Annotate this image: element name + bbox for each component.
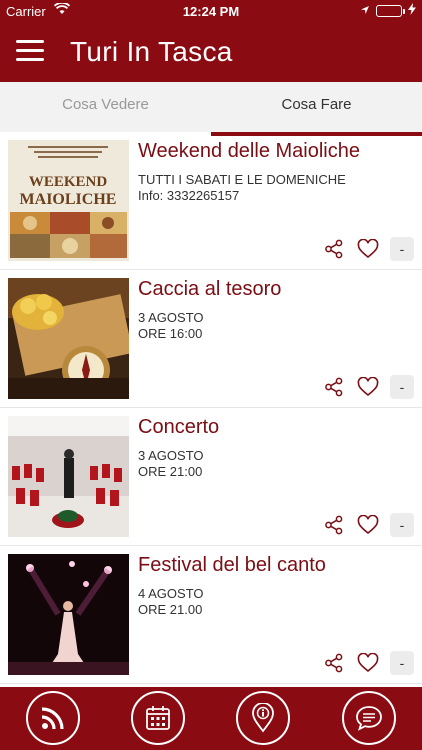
status-time: 12:24 PM <box>182 4 240 19</box>
heart-icon[interactable] <box>356 651 380 675</box>
location-arrow-icon <box>360 3 370 18</box>
share-icon[interactable] <box>322 513 346 537</box>
event-title: Caccia al tesoro <box>138 278 282 300</box>
event-date: TUTTI I SABATI E LE DOMENICHE <box>138 172 346 187</box>
tab-cosa-vedere[interactable]: Cosa Vedere <box>0 82 211 132</box>
heart-icon[interactable] <box>356 513 380 537</box>
navbar: Turi In Tasca <box>0 22 422 82</box>
tab-cosa-fare[interactable]: Cosa Fare <box>211 82 422 136</box>
segment-tabs: Cosa Vedere Cosa Fare <box>0 82 422 136</box>
event-thumbnail <box>8 554 129 675</box>
battery-icon <box>376 4 405 17</box>
event-date: 4 AGOSTO <box>138 586 204 601</box>
share-icon[interactable] <box>322 237 346 261</box>
card-actions: - <box>322 513 414 537</box>
list-item[interactable]: Concerto 3 AGOSTO ORE 21:00 - <box>0 408 422 546</box>
charging-bolt-icon <box>408 3 416 18</box>
share-icon[interactable] <box>322 651 346 675</box>
card-actions: - <box>322 651 414 675</box>
hamburger-menu-icon[interactable] <box>16 40 44 64</box>
event-title: Weekend delle Maioliche <box>138 140 360 162</box>
event-title: Concerto <box>138 416 220 438</box>
svg-text:WEEKEND: WEEKEND <box>29 174 108 190</box>
heart-icon[interactable] <box>356 375 380 399</box>
calendar-icon[interactable] <box>131 691 185 745</box>
card-actions: - <box>322 375 414 399</box>
event-list: WEEKEND MAIOLICHE Weekend delle Maiolich… <box>0 132 422 687</box>
remove-button[interactable]: - <box>390 375 414 399</box>
list-item[interactable]: Festival del bel canto 4 AGOSTO ORE 21.0… <box>0 546 422 684</box>
list-item[interactable]: Caccia al tesoro 3 AGOSTO ORE 16:00 - <box>0 270 422 408</box>
remove-button[interactable]: - <box>390 237 414 261</box>
svg-text:MAIOLICHE: MAIOLICHE <box>20 191 117 208</box>
event-info: Info: 3332265157 <box>138 188 240 203</box>
remove-button[interactable]: - <box>390 651 414 675</box>
app-title: Turi In Tasca <box>70 36 233 67</box>
chat-icon[interactable] <box>342 691 396 745</box>
event-title: Festival del bel canto <box>138 554 326 576</box>
heart-icon[interactable] <box>356 237 380 261</box>
event-date: 3 AGOSTO <box>138 310 204 325</box>
card-actions: - <box>322 237 414 261</box>
event-time: ORE 21.00 <box>138 602 203 617</box>
bottom-tab-bar <box>0 687 422 750</box>
event-thumbnail <box>8 416 129 537</box>
event-time: ORE 21:00 <box>138 464 203 479</box>
event-thumbnail: WEEKEND MAIOLICHE <box>8 140 129 261</box>
remove-button[interactable]: - <box>390 513 414 537</box>
rss-icon[interactable] <box>26 691 80 745</box>
event-date: 3 AGOSTO <box>138 448 204 463</box>
map-pin-info-icon[interactable] <box>236 691 290 745</box>
event-thumbnail <box>8 278 129 399</box>
share-icon[interactable] <box>322 375 346 399</box>
event-time: ORE 16:00 <box>138 326 203 341</box>
status-bar: Carrier 12:24 PM <box>0 0 422 22</box>
list-item[interactable]: WEEKEND MAIOLICHE Weekend delle Maiolich… <box>0 132 422 270</box>
